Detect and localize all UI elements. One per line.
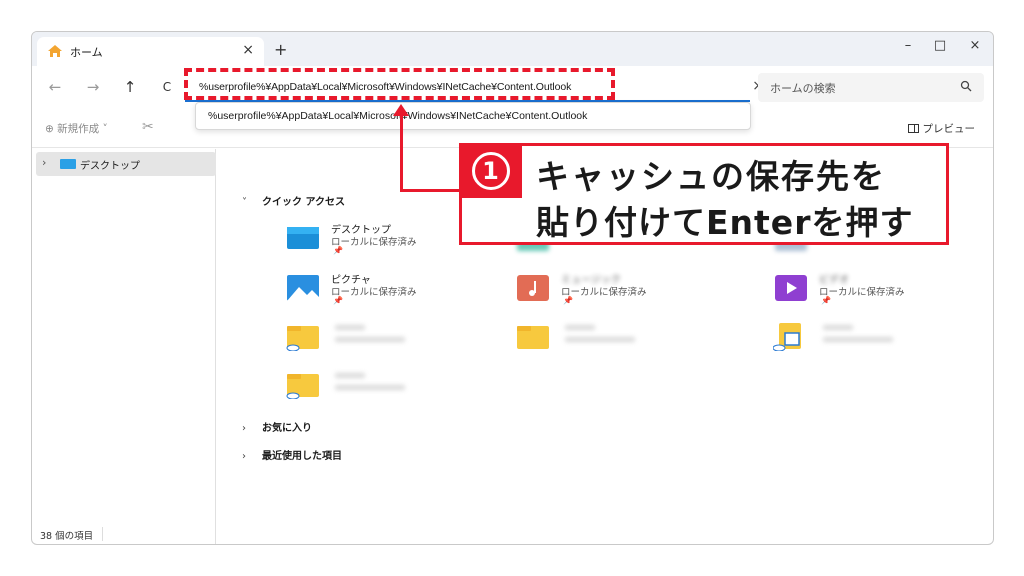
new-tab-button[interactable]: + (274, 40, 287, 59)
annotation-connector (400, 116, 403, 191)
desktop-folder-icon (60, 159, 76, 169)
quick-access-item-hidden[interactable] (285, 367, 505, 411)
callout-text-line2: 貼り付けてEnterを押す (536, 203, 914, 242)
chevron-right-icon: › (242, 423, 246, 434)
close-button[interactable]: × (965, 38, 985, 53)
cloud-folder-icon (286, 374, 319, 399)
maximize-button[interactable]: □ (930, 38, 950, 53)
annotation-callout: 1 キャッシュの保存先を 貼り付けてEnterを押す (459, 143, 949, 245)
step-number-badge: 1 (459, 143, 522, 198)
item-status: ローカルに保存済み (561, 287, 647, 298)
preview-pane-icon (907, 124, 919, 133)
desktop-folder-icon (287, 227, 319, 249)
search-input[interactable]: ホームの検索 (770, 80, 836, 96)
pin-icon: 📌 (333, 296, 343, 305)
quick-access-item-music[interactable]: ミュージック ローカルに保存済み 📌 (515, 271, 735, 315)
quick-access-item-hidden[interactable] (773, 319, 993, 363)
status-divider (102, 527, 103, 541)
chevron-right-icon: › (242, 451, 246, 462)
section-title: クイック アクセス (262, 197, 345, 208)
arrow-up-icon (393, 104, 409, 116)
section-favorites[interactable]: › お気に入り (242, 419, 312, 434)
item-status: ローカルに保存済み (819, 287, 905, 298)
pin-icon: 📌 (563, 296, 573, 305)
preview-button[interactable]: プレビュー (907, 121, 976, 136)
explorer-window: ホーム × + – □ × ← → ↑ C %userprofile%¥AppD… (31, 31, 994, 545)
up-button[interactable]: ↑ (121, 78, 139, 96)
folder-icon (517, 326, 549, 349)
search-box[interactable]: ホームの検索 (758, 73, 984, 102)
videos-folder-icon (775, 275, 807, 301)
new-button[interactable]: ⊕ 新規作成 ˅ (45, 121, 108, 136)
music-folder-icon (517, 275, 549, 301)
section-title: 最近使用した項目 (262, 451, 342, 462)
pin-icon: 📌 (333, 246, 343, 255)
section-recent[interactable]: › 最近使用した項目 (242, 447, 342, 462)
callout-text-line1: キャッシュの保存先を (536, 157, 886, 196)
chevron-down-icon: ˅ (242, 197, 247, 208)
tab-home[interactable]: ホーム × (37, 37, 264, 66)
tab-title: ホーム (70, 46, 103, 59)
sidebar-item-desktop[interactable]: › デスクトップ (36, 152, 216, 176)
quick-access-item-pictures[interactable]: ピクチャ ローカルに保存済み 📌 (285, 271, 505, 315)
item-count: 38 個の項目 (40, 531, 94, 542)
navigation-pane: › デスクトップ (32, 149, 216, 544)
quick-access-item-videos[interactable]: ビデオ ローカルに保存済み 📌 (773, 271, 993, 315)
address-highlight-box (184, 68, 615, 100)
step-number: 1 (471, 151, 510, 190)
pictures-folder-icon (287, 275, 319, 301)
quick-access-item-hidden[interactable] (515, 319, 735, 363)
tab-close-icon[interactable]: × (242, 42, 254, 58)
section-quick-access[interactable]: ˅ クイック アクセス (242, 193, 345, 208)
address-suggestion-dropdown: %userprofile%¥AppData¥Local¥Microsoft¥Wi… (195, 102, 751, 130)
back-button[interactable]: ← (46, 78, 64, 96)
pin-icon: 📌 (821, 296, 831, 305)
minimize-button[interactable]: – (898, 38, 918, 53)
forward-button[interactable]: → (84, 78, 102, 96)
preview-label: プレビュー (922, 123, 976, 135)
item-status: ローカルに保存済み (331, 237, 417, 248)
search-icon (960, 80, 972, 92)
status-bar: 38 個の項目 (32, 524, 993, 544)
refresh-button[interactable]: C (158, 80, 176, 94)
shared-folder-icon (773, 323, 801, 351)
cut-icon[interactable]: ✂ (142, 119, 154, 135)
cloud-folder-icon (286, 326, 319, 351)
chevron-right-icon[interactable]: › (42, 156, 46, 169)
sidebar-item-label: デスクトップ (80, 161, 140, 172)
item-status: ローカルに保存済み (331, 287, 417, 298)
quick-access-item-hidden[interactable] (285, 319, 505, 363)
section-title: お気に入り (262, 423, 312, 434)
title-bar: ホーム × + – □ × (32, 32, 993, 66)
home-icon (48, 45, 62, 57)
annotation-connector (400, 189, 462, 192)
